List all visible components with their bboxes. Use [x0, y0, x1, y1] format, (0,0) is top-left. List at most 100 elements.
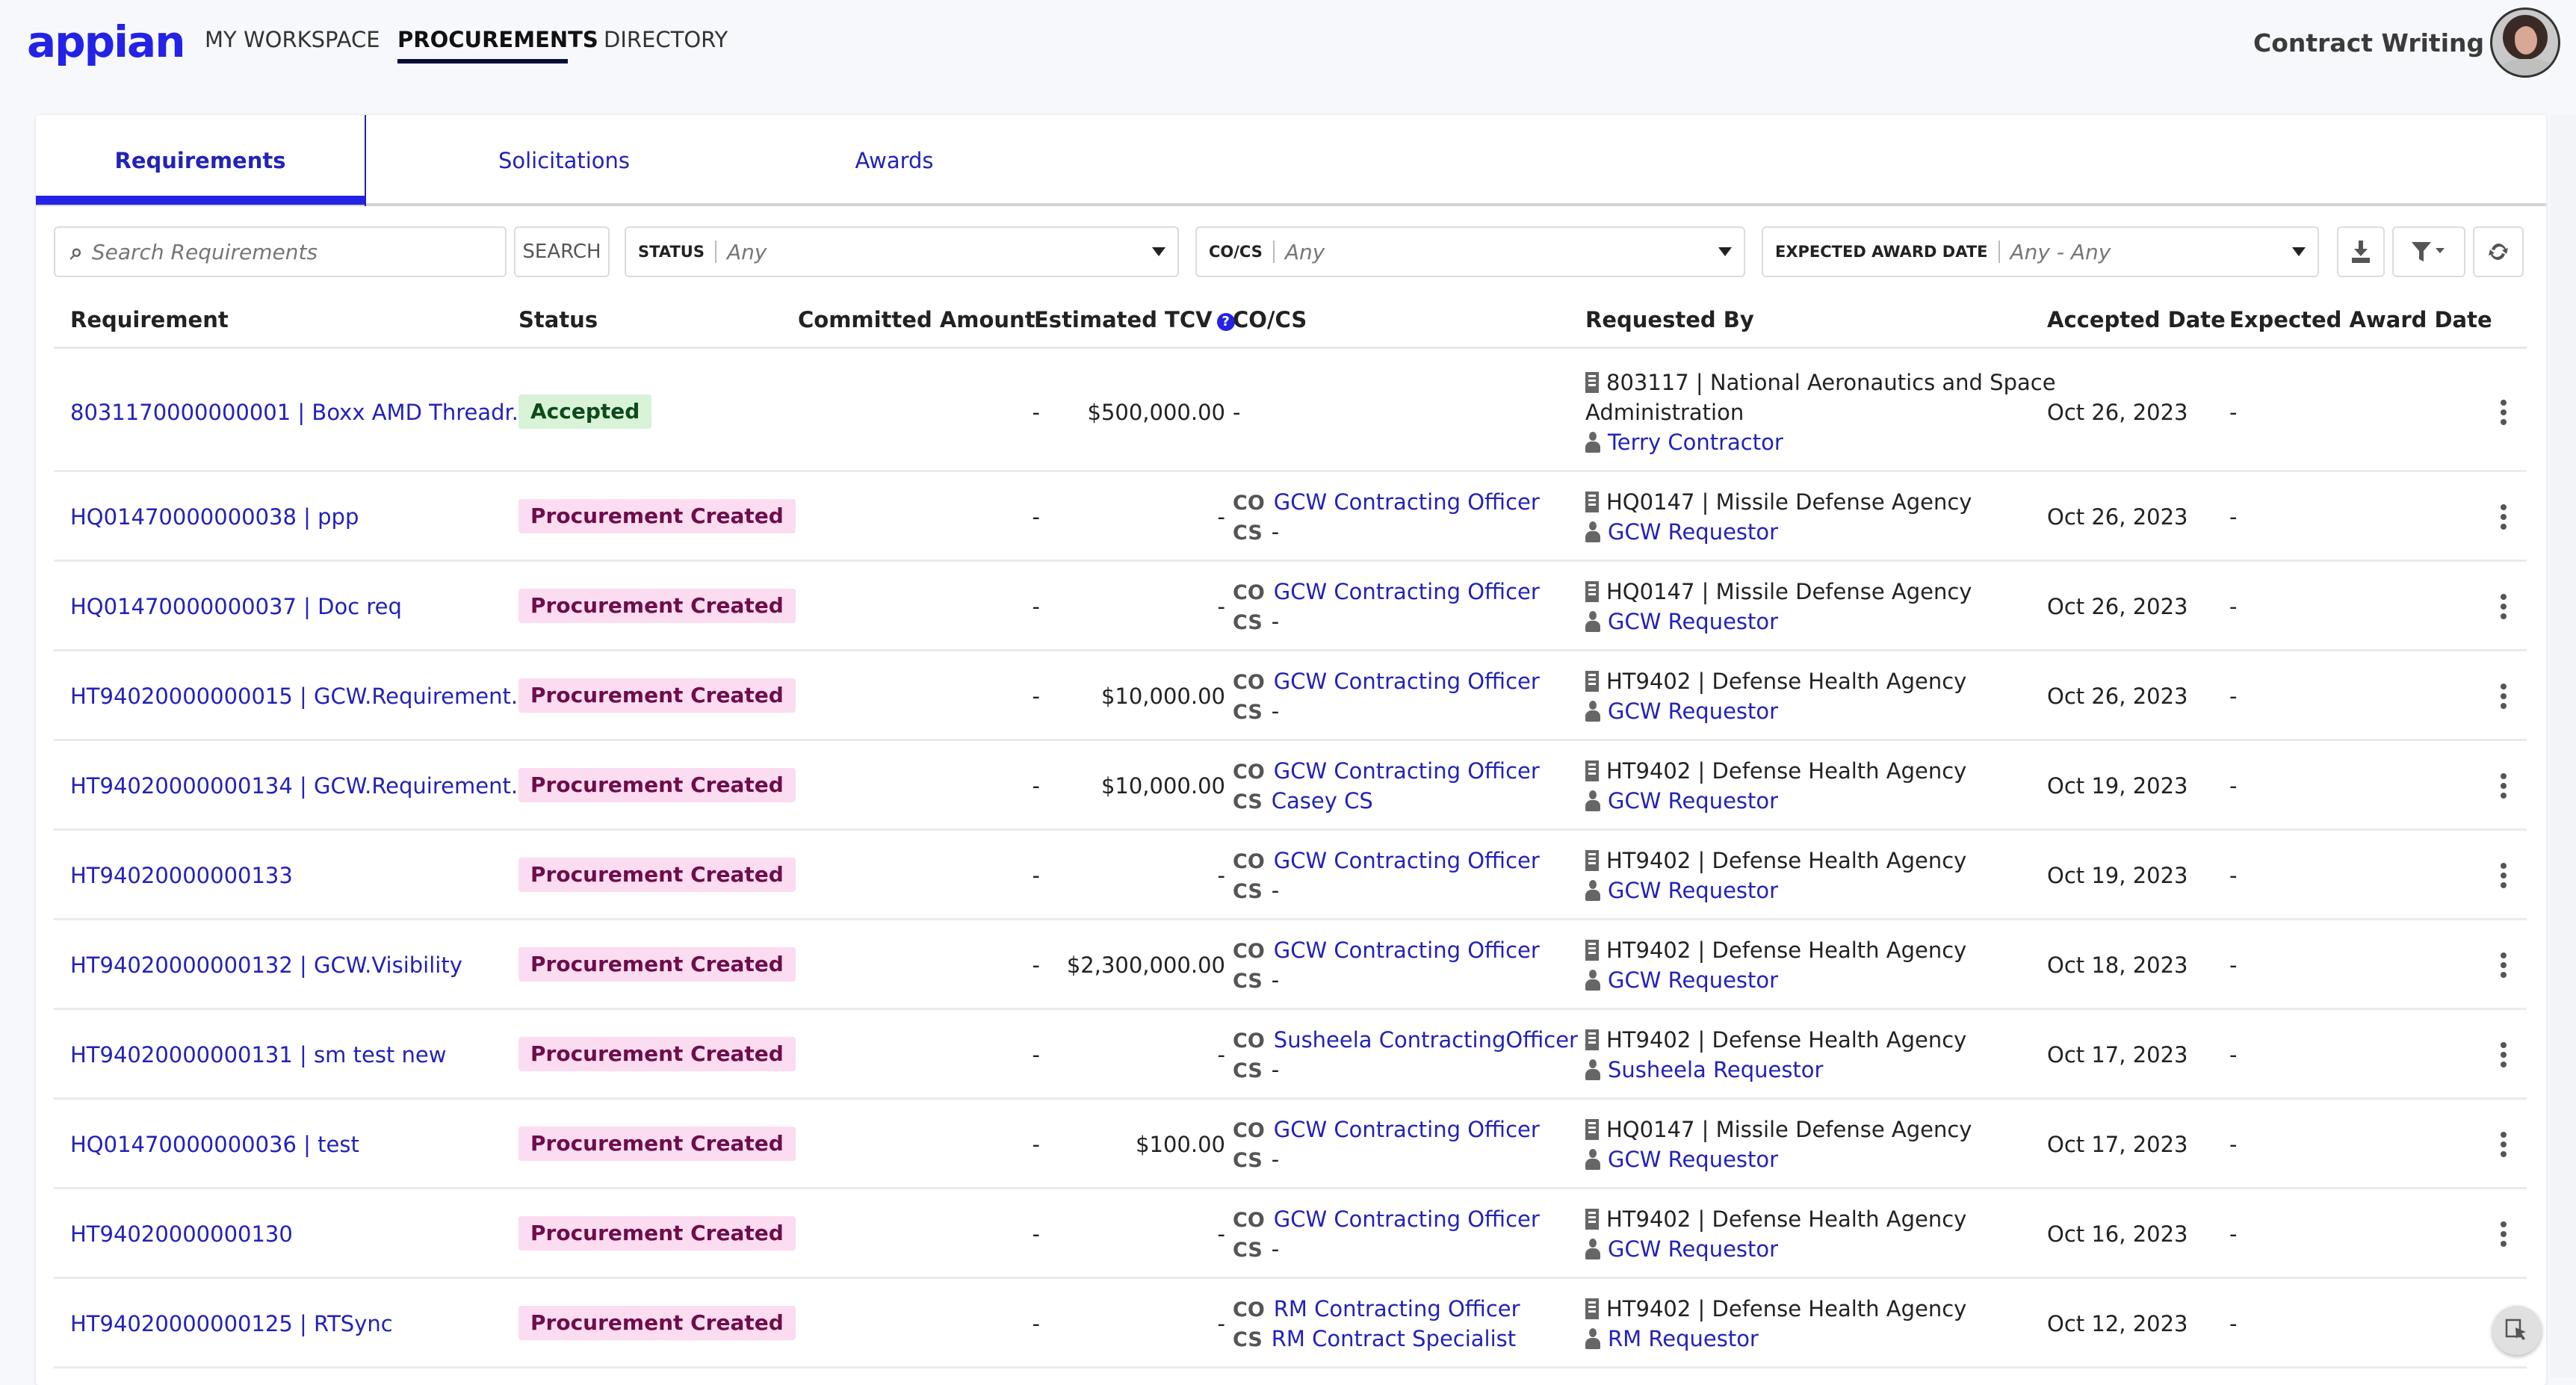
building-icon [1585, 671, 1599, 692]
filter-icon [2412, 242, 2445, 261]
contract-specialist-value[interactable]: Casey CS [1272, 788, 1373, 814]
requirement-link[interactable]: HT94020000000131 | sm test new [70, 1040, 446, 1070]
co-line: CO GCW Contracting Officer [1233, 935, 1540, 967]
contracting-officer-link[interactable]: GCW Contracting Officer [1274, 758, 1540, 784]
tab-solicitations[interactable]: Solicitations [399, 115, 729, 206]
row-actions-menu-icon[interactable] [2500, 400, 2507, 425]
requirement-link[interactable]: HT94020000000130 [70, 1219, 293, 1249]
nav-procurements[interactable]: PROCUREMENTS [397, 27, 598, 52]
row-actions-menu-icon[interactable] [2500, 952, 2507, 978]
requirement-link[interactable]: HQ01470000000038 | ppp [70, 502, 359, 532]
appian-logo[interactable]: appian [27, 16, 185, 67]
requestor-link[interactable]: GCW Requestor [1608, 878, 1778, 903]
contracting-officer-link[interactable]: GCW Contracting Officer [1274, 489, 1540, 515]
person-icon [1585, 1239, 1600, 1259]
col-estimated-tcv[interactable]: Estimated TCV? [1034, 307, 1235, 332]
contracting-officer-link[interactable]: GCW Contracting Officer [1274, 1206, 1540, 1232]
cocs-filter-value: Any [1284, 239, 1325, 264]
tab-awards[interactable]: Awards [729, 115, 1059, 206]
estimated-tcv: - [1217, 1311, 1225, 1336]
requestor-link[interactable]: GCW Requestor [1608, 967, 1778, 993]
cocs-filter-dropdown[interactable]: CO/CS Any [1195, 226, 1745, 277]
col-requested-by[interactable]: Requested By [1585, 307, 1754, 332]
search-input[interactable]: ⌕ Search Requirements [54, 226, 507, 277]
col-committed-amount[interactable]: Committed Amount [798, 307, 1035, 332]
contracting-officer-link[interactable]: GCW Contracting Officer [1274, 938, 1540, 963]
row-actions-menu-icon[interactable] [2500, 504, 2507, 530]
select-cursor-button[interactable] [2492, 1306, 2542, 1355]
requestor-link[interactable]: RM Requestor [1608, 1326, 1759, 1351]
contract-specialist-value[interactable]: RM Contract Specialist [1272, 1326, 1516, 1351]
expected-award-date: - [2229, 400, 2238, 425]
user-avatar[interactable] [2490, 7, 2560, 78]
contracting-officer-link[interactable]: Susheela ContractingOfficer [1274, 1027, 1578, 1053]
accepted-date: Oct 26, 2023 [2047, 684, 2188, 709]
cs-role-label: CS [1233, 611, 1263, 634]
building-icon [1585, 850, 1599, 871]
cs-role-label: CS [1233, 1239, 1263, 1262]
row-actions-menu-icon[interactable] [2500, 594, 2507, 619]
requestor-link[interactable]: GCW Requestor [1608, 1147, 1778, 1172]
nav-my-workspace[interactable]: MY WORKSPACE [205, 27, 380, 52]
status-filter-dropdown[interactable]: STATUS Any [625, 226, 1179, 277]
cs-line: CS Casey CS [1233, 786, 1373, 817]
contracting-officer-link[interactable]: GCW Contracting Officer [1274, 848, 1540, 873]
requirement-link[interactable]: HQ01470000000037 | Doc req [70, 592, 402, 622]
requesting-org: 803117 | National Aeronautics and Space [1585, 368, 2056, 397]
requestor: GCW Requestor [1585, 965, 1778, 995]
contract-specialist-value: - [1271, 609, 1280, 634]
expected-award-date-filter[interactable]: EXPECTED AWARD DATE Any - Any [1762, 226, 2319, 277]
status-badge: Procurement Created [518, 858, 796, 892]
contracting-officer-link[interactable]: RM Contracting Officer [1274, 1296, 1520, 1322]
app-switcher[interactable]: Contract Writing [2253, 28, 2506, 58]
requesting-org-name: HT9402 | Defense Health Agency [1606, 1206, 1967, 1232]
col-expected-award-date[interactable]: Expected Award Date [2229, 307, 2492, 332]
download-button[interactable] [2337, 226, 2385, 277]
page-scrollbar-track[interactable] [2551, 115, 2576, 1378]
status-badge: Procurement Created [518, 589, 796, 623]
requirement-link[interactable]: HT94020000000134 | GCW.Requirement... [70, 771, 531, 801]
refresh-button[interactable] [2473, 226, 2524, 277]
building-icon [1585, 492, 1599, 512]
requestor-link[interactable]: GCW Requestor [1608, 519, 1778, 545]
filter-menu-button[interactable] [2392, 226, 2465, 277]
requirement-link[interactable]: HT94020000000125 | RTSync [70, 1309, 393, 1339]
row-actions-menu-icon[interactable] [2500, 773, 2507, 799]
requestor-link[interactable]: GCW Requestor [1608, 698, 1778, 724]
requirement-link[interactable]: HQ01470000000036 | test [70, 1130, 359, 1159]
help-icon[interactable]: ? [1216, 313, 1235, 331]
expected-award-date: - [2229, 1042, 2238, 1068]
requirement-link[interactable]: 8031170000000001 | Boxx AMD Threadr... [70, 397, 532, 427]
row-actions-menu-icon[interactable] [2500, 1132, 2507, 1157]
search-button[interactable]: SEARCH [514, 226, 610, 277]
requestor-link[interactable]: GCW Requestor [1608, 788, 1778, 814]
row-actions-menu-icon[interactable] [2500, 1221, 2507, 1247]
accepted-date: Oct 26, 2023 [2047, 504, 2188, 530]
requestor-link[interactable]: Terry Contractor [1608, 430, 1783, 455]
requestor-link[interactable]: GCW Requestor [1608, 1236, 1778, 1262]
accepted-date: Oct 26, 2023 [2047, 594, 2188, 619]
requirement-link[interactable]: HT94020000000132 | GCW.Visibility [70, 950, 462, 980]
row-actions-menu-icon[interactable] [2500, 684, 2507, 709]
requestor-link[interactable]: GCW Requestor [1608, 609, 1778, 634]
contracting-officer-link[interactable]: GCW Contracting Officer [1274, 1117, 1540, 1142]
requesting-org-name: HQ0147 | Missile Defense Agency [1606, 1117, 1972, 1142]
cs-role-label: CS [1233, 880, 1263, 903]
row-actions-menu-icon[interactable] [2500, 1042, 2507, 1068]
estimated-tcv: $100.00 [1136, 1132, 1225, 1157]
contracting-officer-link[interactable]: GCW Contracting Officer [1274, 579, 1540, 604]
requesting-org-cont: Administration [1585, 400, 1744, 425]
row-actions-menu-icon[interactable] [2500, 863, 2507, 888]
expected-award-date: - [2229, 863, 2238, 888]
col-requirement[interactable]: Requirement [70, 307, 229, 332]
tab-requirements[interactable]: Requirements [36, 115, 366, 206]
requestor-link[interactable]: Susheela Requestor [1608, 1057, 1823, 1082]
requirement-link[interactable]: HT94020000000015 | GCW.Requirement... [70, 681, 531, 711]
contracting-officer-link[interactable]: GCW Contracting Officer [1274, 669, 1540, 694]
expected-award-date: - [2229, 504, 2238, 530]
col-status[interactable]: Status [518, 307, 598, 332]
col-cocs[interactable]: CO/CS [1233, 307, 1307, 332]
requirement-link[interactable]: HT94020000000133 [70, 861, 293, 890]
col-accepted-date[interactable]: Accepted Date [2047, 307, 2226, 332]
nav-directory[interactable]: DIRECTORY [604, 27, 728, 52]
